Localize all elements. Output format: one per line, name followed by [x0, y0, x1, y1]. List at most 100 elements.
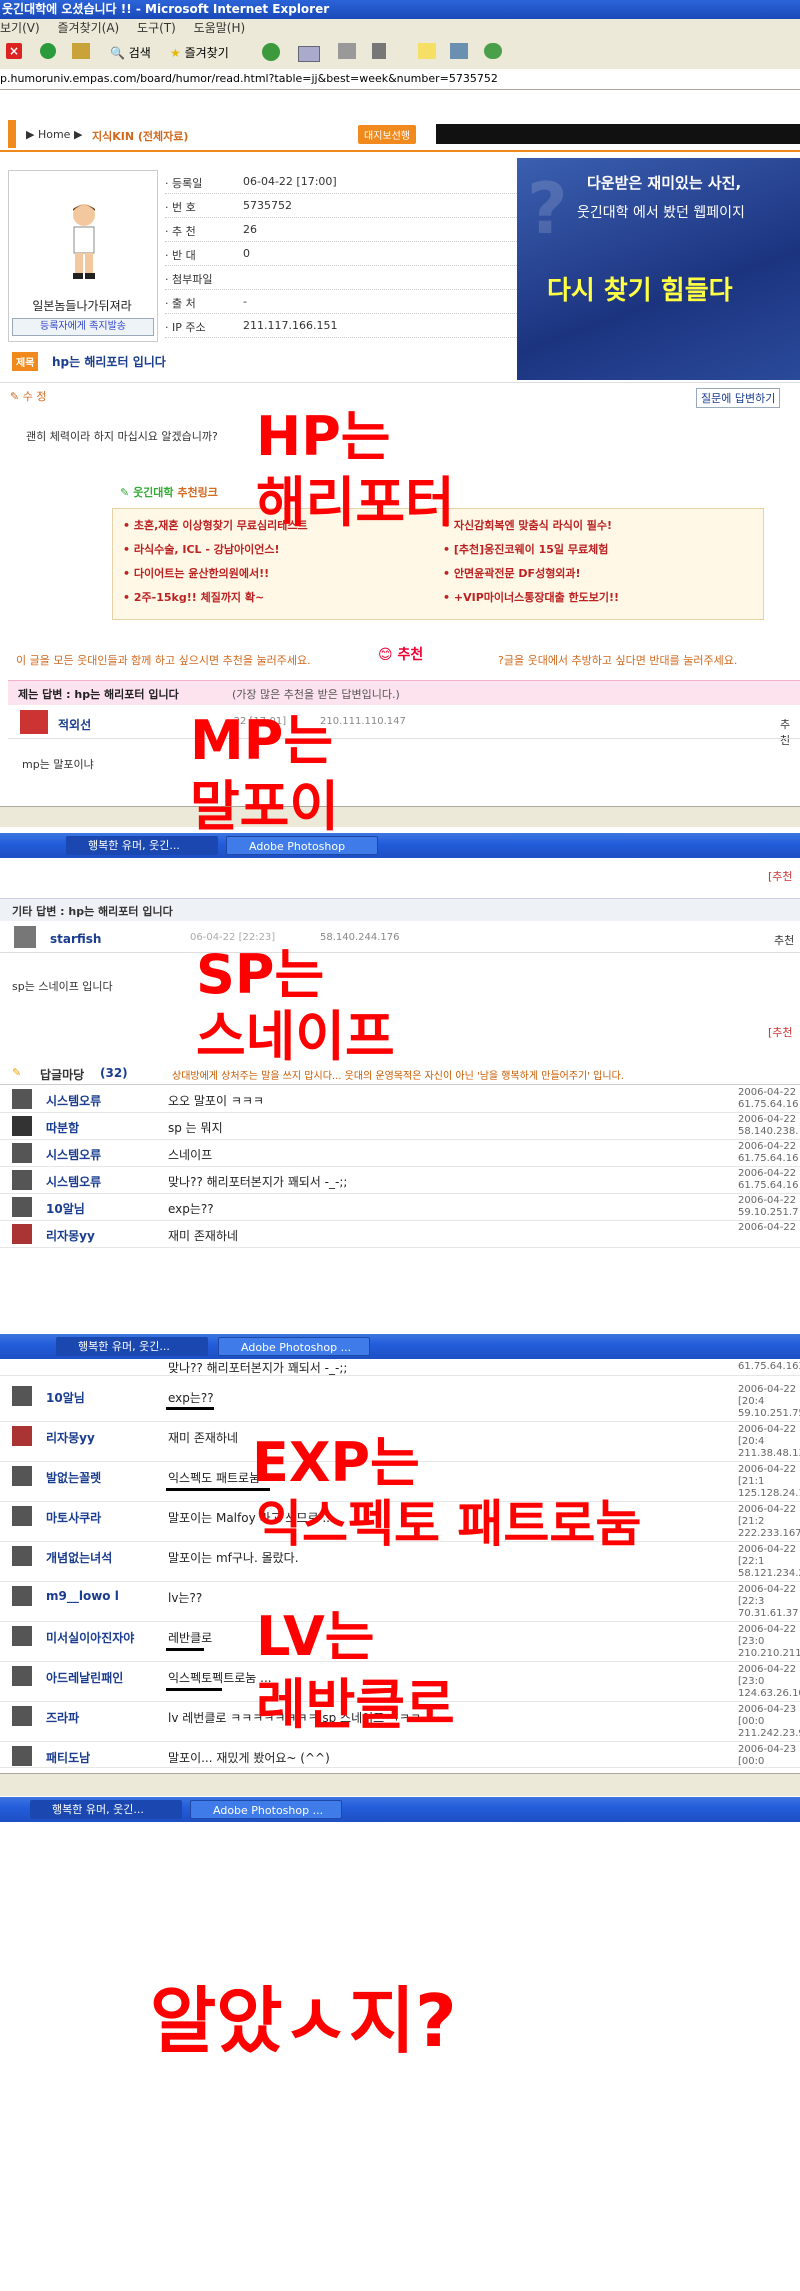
comment-date: 2006-04-22 [21:2222.233.167.192: [738, 1504, 800, 1540]
comment-date-value: 2006-04-22 [21:1: [738, 1464, 797, 1487]
comment-date-value: 2006-04-22: [738, 1087, 797, 1098]
messenger-icon[interactable]: [484, 43, 502, 63]
comment-ip: 59.10.251.7: [738, 1207, 799, 1218]
other-answer-top-link[interactable]: [추천: [768, 868, 793, 884]
comment-nick[interactable]: 마토사쿠라: [46, 1509, 101, 1526]
recommend-link-2-label: 자신감회복엔 맞춤식 라식이 필수!: [453, 519, 613, 532]
comment-date-value: 2006-04-22: [738, 1222, 797, 1233]
search-button[interactable]: 🔍 검색: [110, 43, 151, 63]
taskbar-1: 행복한 유머, 웃긴... Adobe Photoshop: [0, 833, 800, 858]
breadcrumb-home-label: Home: [37, 128, 71, 141]
recommend-link-6-label: 안면윤곽전문 DF성형외과!: [453, 567, 581, 580]
recommend-link-3-label: 라식수술, ICL - 강남아이언스!: [133, 543, 280, 556]
comment-ip: 211.242.23.91: [738, 1728, 800, 1739]
edit-link[interactable]: ✎ 수 정: [10, 388, 46, 404]
other-answer-bottom-link[interactable]: [추천: [768, 1024, 793, 1040]
comment-text: 재미 존재하네: [168, 1229, 239, 1243]
comment-nick[interactable]: 시스템오류: [46, 1173, 101, 1190]
favorites-button[interactable]: ★ 즐겨찾기: [170, 43, 229, 63]
comment-nick[interactable]: 시스템오류: [46, 1146, 101, 1163]
menu-view[interactable]: 보기(V): [0, 21, 40, 35]
comment-text: exp는??: [168, 1202, 214, 1216]
taskbar-photoshop-2[interactable]: Adobe Photoshop ...: [218, 1337, 370, 1356]
other-answer-body: sp는 스네이프 입니다: [12, 980, 113, 993]
comment-row: 리자몽yy 재미 존재하네 2006-04-22: [0, 1221, 800, 1248]
annotation-final: 알았ㅅ지?: [150, 1979, 457, 2063]
menu-tools[interactable]: 도구(T): [137, 21, 176, 35]
recommend-button[interactable]: 😊 추천: [378, 644, 423, 664]
banner-line1: 다운받은 재미있는 사진,: [587, 174, 742, 192]
comment-nick[interactable]: m9__lowo l: [46, 1589, 119, 1603]
recommend-link-4[interactable]: • [추천]웅진코웨이 15일 무료체험: [443, 541, 608, 557]
history-icon[interactable]: [262, 43, 280, 63]
address-bar[interactable]: p.humoruniv.empas.com/board/humor/read.h…: [0, 69, 800, 90]
window-title: 웃긴대학에 오셨습니다 !! - Microsoft Internet Expl…: [0, 0, 800, 19]
comment-nick[interactable]: 리자몽yy: [46, 1429, 95, 1446]
reply-button[interactable]: 질문에 답변하기: [696, 388, 781, 408]
comment-nick[interactable]: 개념없는녀석: [46, 1549, 112, 1566]
comment-date-value: 2006-04-22 [23:0: [738, 1624, 797, 1647]
recommend-link-5-label: 다이어트는 윤산한의원에서!!: [133, 567, 270, 580]
comment-ip: 125.128.24.14: [738, 1488, 800, 1499]
comment-nick[interactable]: 시스템오류: [46, 1092, 101, 1109]
comment-avatar: [12, 1426, 32, 1446]
comment-text: sp 는 뭐지: [168, 1121, 223, 1135]
comment-nick[interactable]: 즈라파: [46, 1709, 79, 1726]
comment-avatar: [12, 1143, 32, 1163]
home-icon[interactable]: [72, 43, 90, 63]
recommend-link-7[interactable]: • 2주-15kg!! 체질까지 확~: [123, 589, 264, 605]
comments-title: 답글마당: [40, 1068, 85, 1082]
other-answer-recommend[interactable]: 추천: [774, 932, 794, 948]
research-icon[interactable]: [450, 43, 468, 63]
comment-nick[interactable]: 10알님: [46, 1389, 85, 1406]
best-answer-avatar: [20, 710, 48, 734]
comment-nick[interactable]: 패티도남: [46, 1749, 90, 1766]
comment-row: 시스템오류 오오 말포이 ㅋㅋㅋ 2006-04-22 61.75.64.16: [0, 1086, 800, 1113]
comment-avatar: [12, 1706, 32, 1726]
comment-row: 패티도남 말포이... 재밌게 봤어요~ (^^) 2006-04-23 [00:0: [0, 1743, 800, 1768]
recommend-link-8[interactable]: • +VIP마이너스통장대출 한도보기!!: [443, 589, 619, 605]
comment-date-value: 2006-04-22: [738, 1168, 797, 1179]
recommend-link-6[interactable]: • 안면윤곽전문 DF성형외과!: [443, 565, 581, 581]
comment-date: 2006-04-22 [23:0124.63.26.106: [738, 1664, 800, 1700]
stop-icon[interactable]: ×: [6, 43, 22, 63]
breadcrumb-section[interactable]: 지식KIN (전체자료): [92, 128, 188, 144]
edit-icon[interactable]: [372, 43, 386, 63]
taskbar-photoshop-3[interactable]: Adobe Photoshop ...: [190, 1800, 342, 1819]
comment-nick[interactable]: 따분함: [46, 1119, 79, 1136]
breadcrumb-badge[interactable]: 대지보선행: [358, 125, 416, 144]
breadcrumb-home[interactable]: ▶ Home ▶: [26, 128, 82, 141]
mail-icon[interactable]: [298, 43, 320, 63]
best-answer-recommend[interactable]: 추천: [780, 716, 800, 748]
menu-favorites[interactable]: 즐겨찾기(A): [57, 21, 119, 35]
annotation-mp-2: 말포이: [190, 775, 340, 838]
recommend-link-2[interactable]: • 자신감회복엔 맞춤식 라식이 필수!: [443, 517, 612, 533]
comment-avatar: [12, 1386, 32, 1406]
taskbar-ie-3[interactable]: 행복한 유머, 웃긴...: [30, 1800, 182, 1819]
refresh-icon[interactable]: [40, 43, 56, 63]
comment-date: 2006-04-22 [20:4 59.10.251.75: [738, 1384, 800, 1420]
recommend-link-3[interactable]: • 라식수술, ICL - 강남아이언스!: [123, 541, 280, 557]
comment-avatar: [12, 1170, 32, 1190]
comment-nick[interactable]: 미서실이아진자야: [46, 1629, 134, 1646]
ad-banner[interactable]: ? 다운받은 재미있는 사진, 웃긴대학 에서 봤던 웹페이지 다시 찾기 힘들…: [517, 158, 800, 380]
comment-nick[interactable]: 발없는꼴렛: [46, 1469, 101, 1486]
taskbar-ie-2[interactable]: 행복한 유머, 웃긴...: [56, 1337, 208, 1356]
avatar: [64, 201, 104, 281]
comment-date: 2006-04-22 [21:1125.128.24.14: [738, 1464, 800, 1500]
print-icon[interactable]: [338, 43, 356, 63]
comments-count: (32): [100, 1066, 128, 1080]
comment-text: exp는??: [168, 1391, 214, 1405]
recommend-link-5[interactable]: • 다이어트는 윤산한의원에서!!: [123, 565, 269, 581]
comment-nick[interactable]: 아드레날린패인: [46, 1669, 123, 1686]
comment-avatar: [12, 1746, 32, 1766]
best-answer-author[interactable]: 적외선: [58, 716, 91, 733]
comment-avatar: [12, 1546, 32, 1566]
send-message-button[interactable]: 등록자에게 족지발송: [12, 318, 154, 336]
other-answer-author[interactable]: starfish: [50, 932, 101, 946]
comment-nick[interactable]: 리자몽yy: [46, 1227, 95, 1244]
author-name[interactable]: 일본놈들나가뒤져라: [12, 297, 152, 314]
menu-help[interactable]: 도움말(H): [194, 21, 246, 35]
notes-icon[interactable]: [418, 43, 436, 63]
comment-nick[interactable]: 10알님: [46, 1200, 85, 1217]
